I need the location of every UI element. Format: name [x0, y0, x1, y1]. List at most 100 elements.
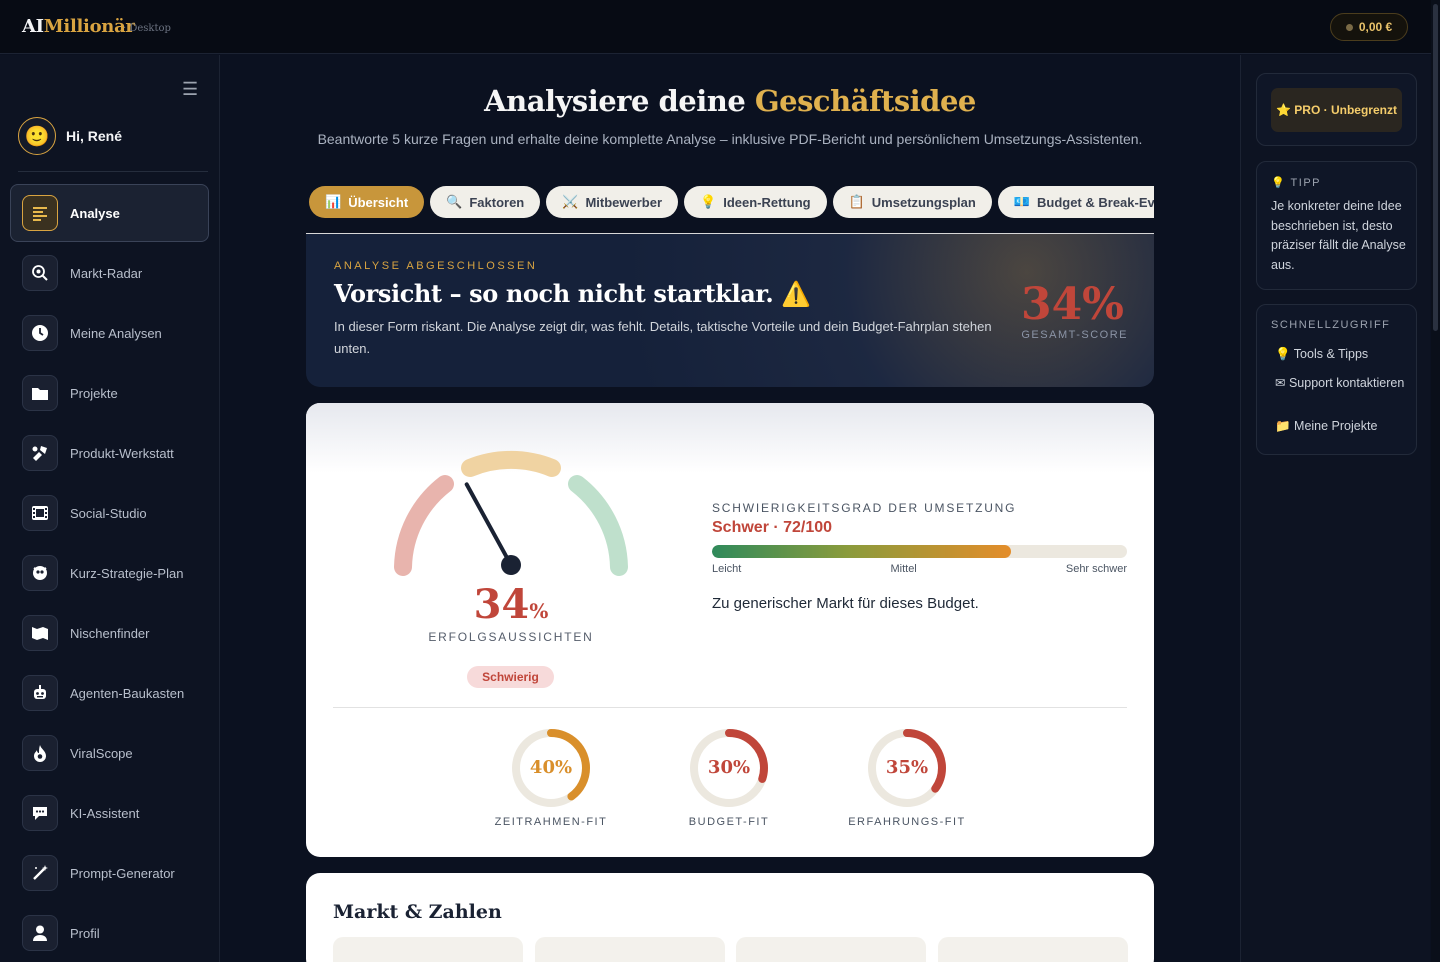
app-logo[interactable]: AIMillionär [22, 16, 135, 37]
market-stat-tile [333, 937, 523, 962]
magnifier-icon: 🔍 [446, 194, 463, 209]
market-stat-tile [736, 937, 926, 962]
banknote-icon: 💶 [1013, 194, 1030, 209]
user-profile: 🙂 Hi, René [18, 117, 122, 155]
target-icon [22, 555, 58, 591]
status-badge: Schwierig [467, 666, 554, 688]
sidebar-item-markt-radar[interactable]: Markt-Radar [10, 244, 209, 302]
film-icon [22, 495, 58, 531]
difficulty-bar [712, 545, 1127, 558]
gauge-label: ERFOLGSAUSSICHTEN [428, 630, 594, 644]
tab-label: Budget & Break-Even [1036, 194, 1154, 210]
sidebar-item-analyse[interactable]: Analyse [10, 184, 209, 242]
difficulty-note: Zu generischer Markt für dieses Budget. [712, 595, 979, 612]
scale-label-medium: Mittel [890, 563, 917, 575]
quick-link-projects[interactable]: 📁 Meine Projekte [1275, 419, 1405, 433]
sidebar-item-prompt-generator[interactable]: Prompt-Generator [10, 844, 209, 902]
sidebar-item-agenten-baukasten[interactable]: Agenten-Baukasten [10, 664, 209, 722]
tab-umsetzungsplan[interactable]: 📋 Umsetzungsplan [832, 186, 992, 218]
card-divider [333, 707, 1127, 708]
sidebar-item-social-studio[interactable]: Social-Studio [10, 484, 209, 542]
sidebar-item-projekte[interactable]: Projekte [10, 364, 209, 422]
tip-text: Je konkreter deine Idee beschrieben ist,… [1271, 199, 1406, 272]
gauge-segment-high [568, 475, 628, 576]
market-stat-tile [938, 937, 1128, 962]
clock-icon [22, 315, 58, 351]
tab-uebersicht[interactable]: 📊 Übersicht [309, 186, 425, 218]
sidebar-item-produkt-werkstatt[interactable]: Produkt-Werkstatt [10, 424, 209, 482]
platform-label: · Desktop [123, 23, 171, 34]
sidebar-nav: Analyse Markt-Radar Meine Analysen Proje… [10, 184, 209, 962]
fit-value: 35% [885, 757, 929, 778]
fit-label: ZEITRAHMEN-FIT [494, 816, 608, 828]
folder-icon [22, 375, 58, 411]
market-stat-tile [535, 937, 725, 962]
tab-label: Übersicht [348, 194, 409, 210]
user-greeting: Hi, René [66, 128, 123, 144]
fit-budget: 30% BUDGET-FIT [654, 726, 804, 828]
sidebar: ☰ 🙂 Hi, René Analyse Markt-Radar Meine A… [0, 55, 220, 962]
banner-kicker: ANALYSE ABGESCHLOSSEN [334, 260, 538, 272]
sidebar-item-nischenfinder[interactable]: Nischenfinder [10, 604, 209, 662]
sidebar-item-ki-assistent[interactable]: KI-Assistent [10, 784, 209, 842]
fit-label: ERFAHRUNGS-FIT [848, 816, 966, 828]
balance-badge[interactable]: 0,00 € [1330, 13, 1408, 41]
tab-label: Ideen-Rettung [723, 194, 811, 210]
menu-toggle-icon[interactable]: ☰ [182, 79, 198, 100]
page-subtitle: Beantworte 5 kurze Fragen und erhalte de… [317, 131, 1143, 147]
sidebar-item-label: Agenten-Baukasten [70, 685, 185, 701]
difficulty-scale: Leicht Mittel Sehr schwer [712, 563, 1127, 575]
clipboard-icon: 📋 [848, 194, 865, 209]
sidebar-item-label: Nischenfinder [70, 625, 150, 641]
sidebar-item-kurz-strategie-plan[interactable]: Kurz-Strategie-Plan [10, 544, 209, 602]
fit-erfahrung: 35% ERFAHRUNGS-FIT [832, 726, 982, 828]
gauge-value: 34% [473, 581, 549, 628]
tab-label: Mitbewerber [585, 194, 663, 210]
sidebar-item-label: Kurz-Strategie-Plan [70, 565, 184, 581]
tip-kicker: 💡 TIPP [1271, 177, 1322, 189]
swords-icon: ⚔️ [562, 194, 579, 209]
banner-text: In dieser Form riskant. Die Analyse zeig… [334, 319, 992, 356]
coin-icon [1345, 23, 1353, 31]
right-panel: ⭐ PRO · Unbegrenzt 💡 TIPP Je konkreter d… [1240, 55, 1430, 962]
gauge-pivot [501, 555, 521, 575]
quick-access-card: SCHNELLZUGRIFF 💡 Tools & Tipps ✉ Support… [1256, 304, 1417, 455]
banner-title: Vorsicht – so noch nicht startklar. ⚠️ [334, 279, 811, 308]
tab-bar: 📊 Übersicht 🔍 Faktoren ⚔️ Mitbewerber 💡 Idee… [309, 186, 1154, 220]
fit-value: 40% [529, 757, 573, 778]
tab-ideen-rettung[interactable]: 💡 Ideen-Rettung [684, 186, 827, 218]
quick-link-tools[interactable]: 💡 Tools & Tipps [1275, 347, 1405, 361]
lightbulb-icon: 💡 [700, 194, 717, 209]
scrollbar-thumb[interactable] [1433, 4, 1438, 331]
balance-value: 0,00 € [1358, 20, 1393, 34]
pro-plan-button[interactable]: ⭐ PRO · Unbegrenzt [1271, 88, 1402, 132]
gauge-needle [464, 482, 513, 567]
quick-link-support[interactable]: ✉ Support kontaktieren [1275, 376, 1405, 390]
fire-icon [22, 735, 58, 771]
sidebar-item-meine-analysen[interactable]: Meine Analysen [10, 304, 209, 362]
result-banner: ANALYSE ABGESCHLOSSEN Vorsicht – so noch… [306, 234, 1154, 387]
overall-score-label: GESAMT-SCORE [1021, 329, 1128, 341]
page-title: Analysiere deine Geschäftsidee [484, 84, 976, 118]
plan-card: ⭐ PRO · Unbegrenzt [1256, 73, 1417, 146]
scale-label-easy: Leicht [712, 563, 742, 575]
sidebar-item-label: ViralScope [70, 745, 133, 761]
fit-zeitrahmen: 40% ZEITRAHMEN-FIT [476, 726, 626, 828]
sidebar-item-profil[interactable]: Profil [10, 904, 209, 962]
tab-mitbewerber[interactable]: ⚔️ Mitbewerber [546, 186, 679, 218]
overview-card: 34% ERFOLGSAUSSICHTEN Schwierig SCHWIERI… [306, 403, 1154, 857]
tab-budget-break-even[interactable]: 💶 Budget & Break-Even [997, 186, 1154, 218]
fit-label: BUDGET-FIT [688, 816, 770, 828]
sidebar-item-label: Meine Analysen [70, 325, 162, 341]
gauge-segment-mid [461, 450, 561, 477]
sidebar-item-label: Analyse [70, 205, 120, 221]
map-icon [22, 615, 58, 651]
fit-value: 30% [707, 757, 751, 778]
difficulty-value: Schwer · 72/100 [712, 519, 833, 536]
sidebar-item-label: Prompt-Generator [70, 865, 175, 881]
sidebar-item-label: Profil [70, 925, 100, 941]
sidebar-item-viralscope[interactable]: ViralScope [10, 724, 209, 782]
analysis-icon [22, 195, 58, 231]
tab-faktoren[interactable]: 🔍 Faktoren [430, 186, 541, 218]
page-scrollbar[interactable] [1431, 0, 1440, 962]
